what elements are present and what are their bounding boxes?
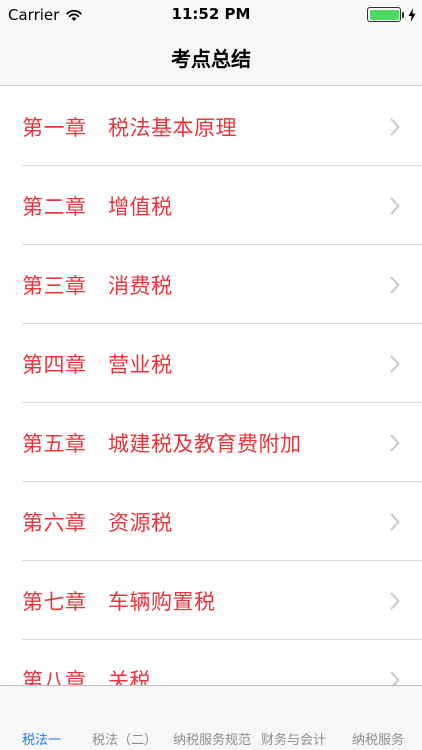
chapter-label: 第一章 税法基本原理 [22, 115, 237, 140]
chapter-row-1[interactable]: 第一章 税法基本原理 [0, 87, 422, 166]
chevron-right-icon [390, 513, 400, 530]
chevron-right-icon [390, 355, 400, 372]
battery-fill [369, 9, 399, 20]
chevron-right-icon [390, 118, 400, 135]
chapter-row-2[interactable]: 第二章 增值税 [0, 166, 422, 245]
tab-bar: 税法一 税法（二） 纳税服务规范 财务与会计 纳税服务 [0, 685, 422, 750]
chapter-row-4[interactable]: 第四章 营业税 [0, 324, 422, 403]
chevron-right-icon [390, 671, 400, 685]
tab-nashui-fuwu-guifan[interactable]: 纳税服务规范 [173, 729, 251, 748]
chapter-row-8[interactable]: 第八章 关税 [0, 640, 422, 685]
navigation-bar: 考点总结 [0, 30, 422, 86]
chapter-label: 第八章 关税 [22, 668, 151, 686]
status-time: 11:52 PM [171, 5, 251, 23]
tab-caiwu-kuaiji[interactable]: 财务与会计 [261, 729, 326, 748]
chapter-label: 第二章 增值税 [22, 194, 173, 219]
chapter-row-6[interactable]: 第六章 资源税 [0, 482, 422, 561]
tab-shuifa-1[interactable]: 税法一 [22, 729, 61, 748]
chapter-row-7[interactable]: 第七章 车辆购置税 [0, 561, 422, 640]
charging-bolt-icon [408, 7, 416, 22]
chevron-right-icon [390, 197, 400, 214]
chevron-right-icon [390, 276, 400, 293]
status-right [367, 7, 416, 22]
chapter-label: 第三章 消费税 [22, 273, 173, 298]
chapter-row-5[interactable]: 第五章 城建税及教育费附加 [0, 403, 422, 482]
chapter-label: 第四章 营业税 [22, 352, 173, 377]
chevron-right-icon [390, 592, 400, 609]
page-title: 考点总结 [171, 47, 251, 71]
battery-nub [402, 11, 404, 18]
tab-shuifa-2[interactable]: 税法（二） [92, 729, 157, 748]
chapter-list[interactable]: 第一章 税法基本原理 第二章 增值税 第三章 消费税 第四章 营业税 第五章 城… [0, 87, 422, 685]
chapter-label: 第五章 城建税及教育费附加 [22, 431, 302, 456]
chapter-label: 第六章 资源税 [22, 510, 173, 535]
chevron-right-icon [390, 434, 400, 451]
battery-icon [367, 7, 401, 22]
status-bar: Carrier 11:52 PM [0, 0, 422, 30]
tab-nashui-fuwu[interactable]: 纳税服务 [352, 729, 404, 748]
chapter-label: 第七章 车辆购置税 [22, 589, 216, 614]
chapter-row-3[interactable]: 第三章 消费税 [0, 245, 422, 324]
